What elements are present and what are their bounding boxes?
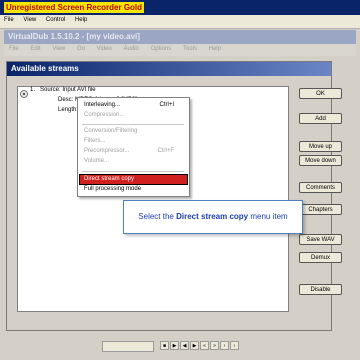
menu-item-label: Compression... — [84, 112, 125, 118]
callout-bold: Direct stream copy — [176, 212, 249, 221]
vd-menu-help[interactable]: Help — [204, 44, 226, 54]
menu-file[interactable]: File — [0, 15, 18, 25]
fast-forward-icon[interactable]: » — [210, 341, 219, 350]
save-wav-button[interactable]: Save WAV — [299, 234, 342, 245]
menu-item-compression[interactable]: Compression... — [84, 111, 188, 120]
callout-suffix: menu item — [248, 212, 288, 221]
menu-item-label: Volume... — [84, 158, 110, 164]
ok-button[interactable]: OK — [299, 88, 342, 99]
stream-index: 1. — [30, 87, 36, 93]
transport-controls: ■ ▶ ◀ ▶ «» ‹ › — [160, 341, 250, 350]
menu-item-volume[interactable]: Volume... — [84, 157, 188, 166]
menu-item-label: Interleaving... — [84, 102, 121, 108]
chapters-button[interactable]: Chapters — [299, 204, 342, 215]
vd-menu-options[interactable]: Options — [146, 44, 177, 54]
menu-view[interactable]: View — [19, 15, 40, 25]
menu-separator — [82, 124, 184, 125]
prev-key-icon[interactable]: ‹ — [220, 341, 229, 350]
menu-item-precompressor[interactable]: Precompressor... Ctrl+F — [84, 147, 188, 156]
disable-button[interactable]: Disable — [299, 284, 342, 295]
menu-help[interactable]: Help — [71, 15, 91, 25]
menu-item-interleaving[interactable]: Interleaving... Ctrl+I — [84, 101, 188, 110]
dialog-title-bar: Available streams — [7, 62, 331, 76]
vd-menu-video[interactable]: Video — [92, 44, 117, 54]
menu-item-shortcut: Ctrl+F — [157, 148, 175, 154]
virtualdub-title-bar: VirtualDub 1.5.10.2 - [my video.avi] — [4, 30, 356, 44]
move-up-button[interactable]: Move up — [299, 141, 342, 152]
audio-stream-icon — [20, 90, 28, 98]
next-key-icon[interactable]: › — [230, 341, 239, 350]
menu-item-full-processing-mode[interactable]: Full processing mode — [84, 185, 188, 194]
step-back-icon[interactable]: ◀ — [180, 341, 189, 350]
stop-icon[interactable]: ■ — [160, 341, 169, 350]
callout-prefix: Select the — [138, 212, 177, 221]
rewind-icon[interactable]: « — [200, 341, 209, 350]
vd-menu-tools[interactable]: Tools — [178, 44, 202, 54]
app-menu-bar: File View Control Help — [0, 15, 360, 29]
menu-item-direct-stream-copy[interactable]: Direct stream copy — [79, 174, 188, 185]
menu-item-shortcut: Ctrl+I — [159, 102, 174, 108]
play-icon[interactable]: ▶ — [170, 341, 179, 350]
vd-menu-go[interactable]: Go — [72, 44, 90, 54]
vd-menu-file[interactable]: File — [4, 44, 24, 54]
menu-separator — [82, 171, 184, 172]
step-forward-icon[interactable]: ▶ — [190, 341, 199, 350]
instruction-callout: Select the Direct stream copy menu item — [123, 200, 303, 234]
stream-source: Source: Input AVI file — [40, 87, 96, 93]
vd-menu-audio[interactable]: Audio — [119, 44, 144, 54]
menu-item-filters[interactable]: Filters... — [84, 137, 188, 146]
comments-button[interactable]: Comments — [299, 182, 342, 193]
dialog-title: Available streams — [11, 64, 79, 73]
menu-item-label: Precompressor... — [84, 148, 130, 154]
stream-length: Length: — [58, 107, 79, 113]
menu-control[interactable]: Control — [42, 15, 69, 25]
virtualdub-menu-bar: File Edit View Go Video Audio Options To… — [4, 44, 356, 56]
vd-menu-view[interactable]: View — [47, 44, 70, 54]
menu-item-label: Direct stream copy — [84, 176, 135, 182]
stream-row[interactable] — [20, 89, 30, 99]
menu-item-label: Conversion/Filtering — [84, 128, 138, 134]
virtualdub-title: VirtualDub 1.5.10.2 - [my video.avi] — [8, 32, 140, 41]
menu-item-label: Filters... — [84, 138, 106, 144]
move-down-button[interactable]: Move down — [299, 155, 342, 166]
context-menu: Interleaving... Ctrl+I Compression... Co… — [77, 97, 190, 197]
menu-item-conversion[interactable]: Conversion/Filtering — [84, 127, 188, 136]
add-button[interactable]: Add — [299, 113, 342, 124]
app-title: Unregistered Screen Recorder Gold — [4, 2, 145, 13]
status-field — [102, 341, 154, 352]
app-title-bar: Unregistered Screen Recorder Gold — [0, 0, 360, 15]
menu-item-label: Full processing mode — [84, 186, 142, 192]
demux-button[interactable]: Demux — [299, 252, 342, 263]
vd-menu-edit[interactable]: Edit — [25, 44, 45, 54]
